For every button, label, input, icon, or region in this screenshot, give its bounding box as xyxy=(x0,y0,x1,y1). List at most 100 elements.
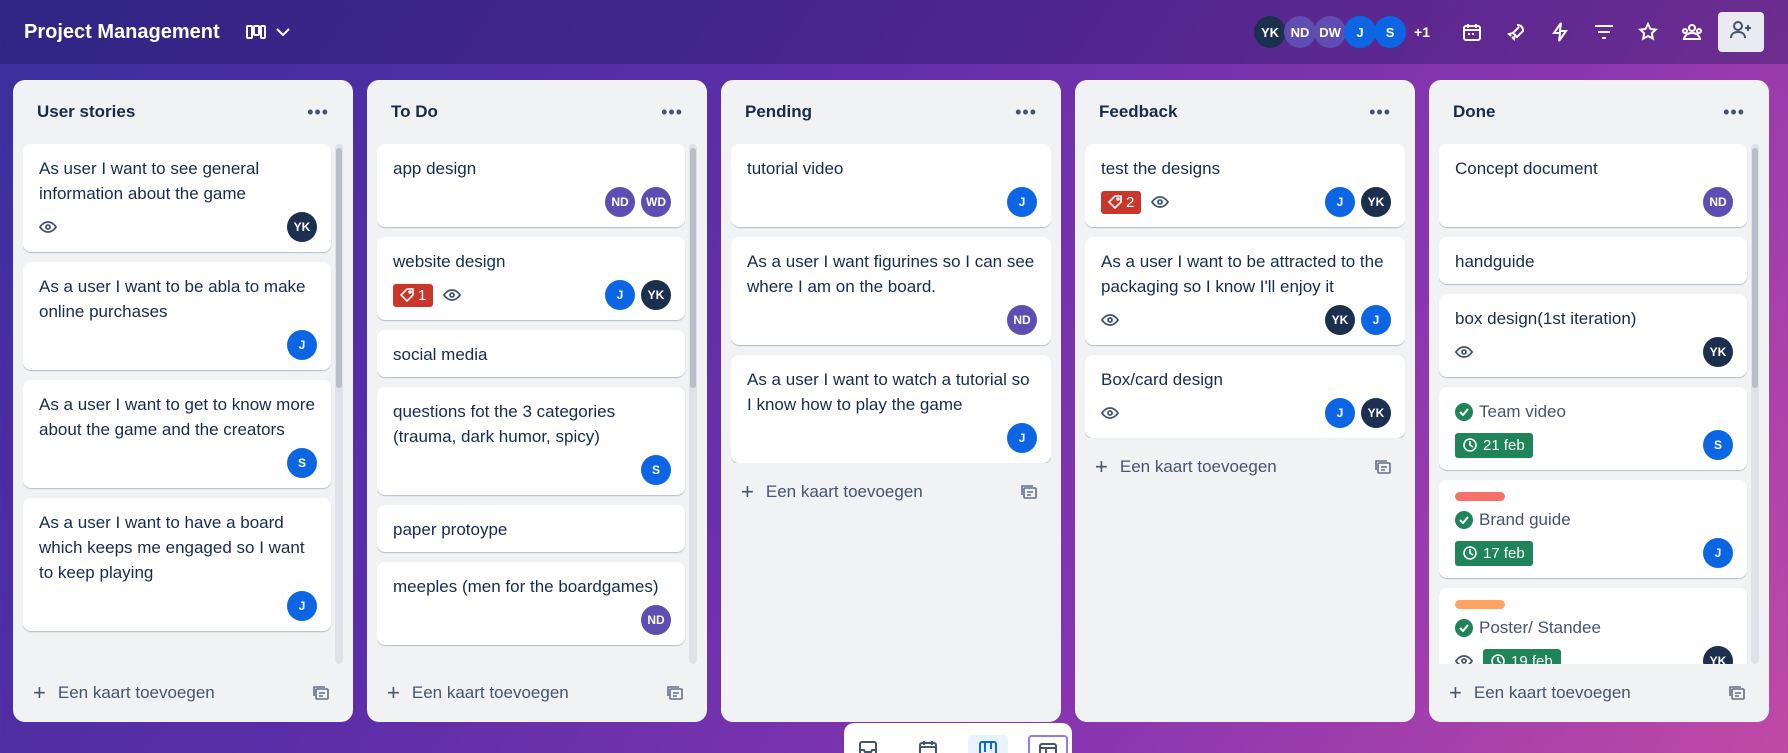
card[interactable]: meeples (men for the boardgames) ND xyxy=(377,562,685,645)
member-avatar[interactable]: S xyxy=(1703,430,1733,460)
board-title[interactable]: Project Management xyxy=(24,21,220,44)
card-members: YK xyxy=(1703,337,1733,367)
add-card-button[interactable]: + Een kaart toevoegen xyxy=(33,682,215,704)
card-label[interactable] xyxy=(1455,600,1505,609)
member-avatar[interactable]: YK xyxy=(1703,337,1733,367)
member-avatar[interactable]: YK xyxy=(1254,16,1287,48)
more-icon[interactable]: ••• xyxy=(1369,102,1391,123)
calendar-icon[interactable] xyxy=(1450,12,1494,52)
add-card-button[interactable]: + Een kaart toevoegen xyxy=(741,481,923,503)
member-avatar[interactable]: YK xyxy=(1325,305,1355,335)
label-badge[interactable]: 2 xyxy=(1101,190,1142,214)
inbox-icon[interactable] xyxy=(848,735,888,753)
member-avatar[interactable]: S xyxy=(641,455,671,485)
card[interactable]: tutorial video J xyxy=(731,144,1051,227)
card[interactable]: Concept document ND xyxy=(1439,144,1747,227)
card[interactable]: As a user I want to get to know more abo… xyxy=(23,380,331,488)
board-view-switcher[interactable] xyxy=(245,24,290,40)
card[interactable]: As a user I want to be abla to make onli… xyxy=(23,262,331,370)
automation-icon[interactable] xyxy=(1538,12,1582,52)
member-avatar[interactable]: ND xyxy=(1284,16,1317,48)
scrollbar[interactable] xyxy=(335,144,343,664)
add-card-button[interactable]: + Een kaart toevoegen xyxy=(1095,456,1277,478)
card-template-icon[interactable] xyxy=(1375,460,1391,474)
scrollbar-thumb[interactable] xyxy=(1752,148,1758,388)
card-template-icon[interactable] xyxy=(1729,686,1745,700)
card[interactable]: Brand guide 17 feb J xyxy=(1439,480,1747,578)
visibility-icon[interactable] xyxy=(1670,12,1714,52)
card[interactable]: app design ND WD xyxy=(377,144,685,227)
member-avatar[interactable]: J xyxy=(1325,187,1355,217)
more-icon[interactable]: ••• xyxy=(661,102,683,123)
member-avatar[interactable]: ND xyxy=(1703,187,1733,217)
due-date-badge[interactable]: 21 feb xyxy=(1455,432,1533,458)
card[interactable]: paper protoype xyxy=(377,505,685,552)
member-avatar[interactable]: YK xyxy=(1703,646,1733,664)
member-avatar[interactable]: J xyxy=(287,591,317,621)
list-title[interactable]: To Do xyxy=(391,102,438,122)
planner-icon[interactable] xyxy=(908,735,948,753)
scrollbar[interactable] xyxy=(689,144,697,664)
member-avatar[interactable]: J xyxy=(1344,16,1377,48)
member-avatar[interactable]: DW xyxy=(1314,16,1347,48)
add-card-button[interactable]: + Een kaart toevoegen xyxy=(1449,682,1631,704)
member-avatar[interactable]: WD xyxy=(641,187,671,217)
rocket-icon[interactable] xyxy=(1494,12,1538,52)
member-avatar[interactable]: J xyxy=(605,280,635,310)
card[interactable]: As a user I want figurines so I can see … xyxy=(731,237,1051,345)
list-title[interactable]: User stories xyxy=(37,102,135,122)
filter-icon[interactable] xyxy=(1582,12,1626,52)
member-avatar[interactable]: ND xyxy=(1007,305,1037,335)
card[interactable]: questions fot the 3 categories (trauma, … xyxy=(377,387,685,495)
board-members[interactable]: YK ND DW J S +1 xyxy=(1254,16,1430,48)
card[interactable]: As a user I want to have a board which k… xyxy=(23,498,331,631)
scrollbar-thumb[interactable] xyxy=(336,148,342,388)
board-icon[interactable] xyxy=(968,735,1008,753)
scrollbar-thumb[interactable] xyxy=(690,148,696,388)
card[interactable]: As a user I want to be attracted to the … xyxy=(1085,237,1405,345)
star-icon[interactable] xyxy=(1626,12,1670,52)
card[interactable]: As a user I want to watch a tutorial so … xyxy=(731,355,1051,463)
member-avatar[interactable]: J xyxy=(1007,187,1037,217)
more-icon[interactable]: ••• xyxy=(1723,102,1745,123)
member-avatar[interactable]: J xyxy=(1703,538,1733,568)
label-badge[interactable]: 1 xyxy=(393,283,434,307)
more-icon[interactable]: ••• xyxy=(1015,102,1037,123)
card[interactable]: social media xyxy=(377,330,685,377)
card[interactable]: website design 1 J YK xyxy=(377,237,685,320)
card[interactable]: box design(1st iteration) YK xyxy=(1439,294,1747,377)
scrollbar[interactable] xyxy=(1751,144,1759,664)
card-template-icon[interactable] xyxy=(1021,485,1037,499)
due-date-badge[interactable]: 17 feb xyxy=(1455,540,1533,566)
add-card-button[interactable]: + Een kaart toevoegen xyxy=(387,682,569,704)
share-button[interactable] xyxy=(1718,12,1764,52)
list-title[interactable]: Done xyxy=(1453,102,1496,122)
card[interactable]: Poster/ Standee 19 feb YK xyxy=(1439,588,1747,664)
card[interactable]: As user I want to see general informatio… xyxy=(23,144,331,252)
member-avatar[interactable]: S xyxy=(1374,16,1407,48)
member-avatar[interactable]: J xyxy=(1361,305,1391,335)
more-members-count[interactable]: +1 xyxy=(1414,24,1430,40)
due-date-badge[interactable]: 19 feb xyxy=(1483,648,1561,664)
member-avatar[interactable]: J xyxy=(1007,423,1037,453)
member-avatar[interactable]: YK xyxy=(641,280,671,310)
card-template-icon[interactable] xyxy=(313,686,329,700)
member-avatar[interactable]: YK xyxy=(287,212,317,242)
list-title[interactable]: Pending xyxy=(745,102,812,122)
member-avatar[interactable]: ND xyxy=(605,187,635,217)
more-icon[interactable]: ••• xyxy=(307,102,329,123)
card-label[interactable] xyxy=(1455,492,1505,501)
card[interactable]: Box/card design J YK xyxy=(1085,355,1405,438)
member-avatar[interactable]: ND xyxy=(641,605,671,635)
card[interactable]: Team video 21 feb S xyxy=(1439,387,1747,470)
list-title[interactable]: Feedback xyxy=(1099,102,1177,122)
member-avatar[interactable]: YK xyxy=(1361,187,1391,217)
member-avatar[interactable]: J xyxy=(287,330,317,360)
member-avatar[interactable]: J xyxy=(1325,398,1355,428)
member-avatar[interactable]: YK xyxy=(1361,398,1391,428)
member-avatar[interactable]: S xyxy=(287,448,317,478)
card-template-icon[interactable] xyxy=(667,686,683,700)
switch-boards-icon[interactable] xyxy=(1028,735,1068,753)
card[interactable]: test the designs 2 J YK xyxy=(1085,144,1405,227)
card[interactable]: handguide xyxy=(1439,237,1747,284)
